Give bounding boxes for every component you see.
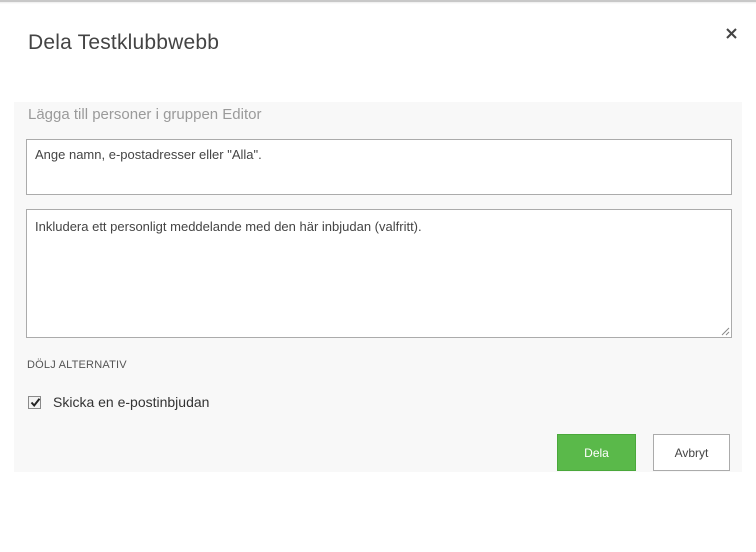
send-email-checkbox[interactable] bbox=[28, 395, 41, 409]
share-dialog: Dela Testklubbwebb Lägga till personer i… bbox=[0, 0, 756, 552]
checkmark-icon bbox=[30, 397, 41, 407]
send-email-label: Skicka en e-postinbjudan bbox=[53, 394, 210, 410]
section-label: Lägga till personer i gruppen Editor bbox=[28, 106, 262, 123]
close-button[interactable] bbox=[722, 24, 742, 44]
people-picker-input[interactable]: Ange namn, e-postadresser eller "Alla". bbox=[26, 139, 732, 195]
resize-grip-icon[interactable] bbox=[720, 326, 730, 336]
send-email-option: Skicka en e-postinbjudan bbox=[28, 393, 209, 411]
message-placeholder: Inkludera ett personligt meddelande med … bbox=[35, 219, 422, 234]
message-textarea[interactable]: Inkludera ett personligt meddelande med … bbox=[26, 209, 732, 338]
people-picker-placeholder: Ange namn, e-postadresser eller "Alla". bbox=[35, 147, 262, 162]
share-button[interactable]: Dela bbox=[557, 434, 636, 471]
dialog-title: Dela Testklubbwebb bbox=[28, 31, 220, 54]
top-border bbox=[0, 0, 756, 4]
cancel-button[interactable]: Avbryt bbox=[653, 434, 730, 471]
close-icon bbox=[726, 28, 737, 39]
hide-options-link[interactable]: DÖLJ ALTERNATIV bbox=[27, 359, 127, 371]
